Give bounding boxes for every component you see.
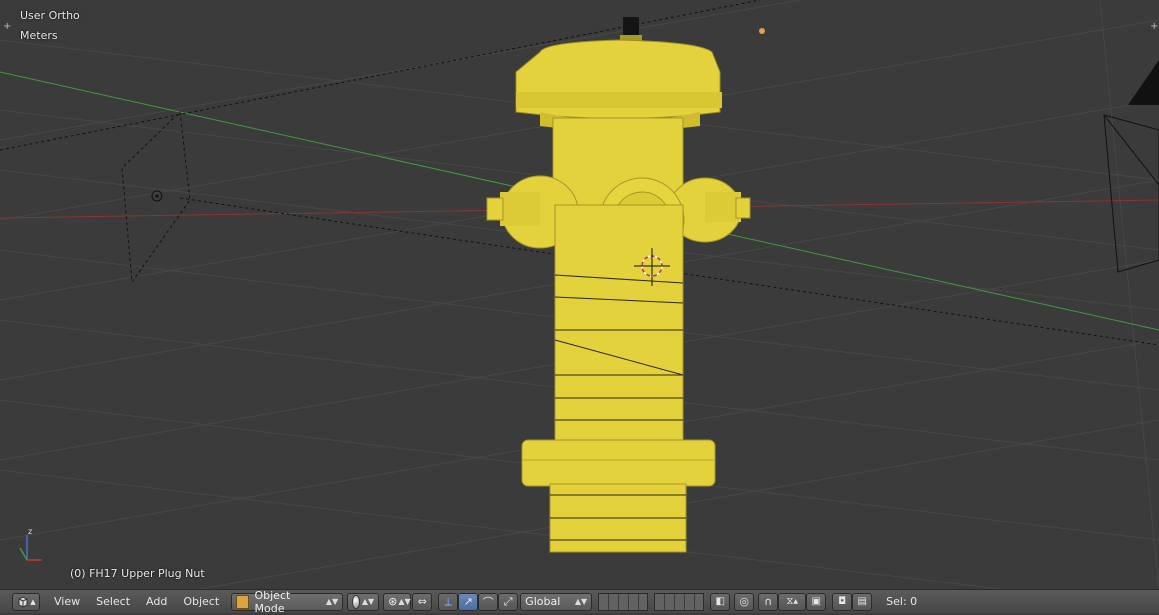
layer-buttons-group-2[interactable] xyxy=(654,592,705,611)
3d-viewport[interactable]: z User Ortho Meters (0) FH17 Upper Plug … xyxy=(0,0,1159,589)
units-label: Meters xyxy=(20,29,58,42)
camera-triangle xyxy=(1128,60,1159,105)
menu-select[interactable]: Select xyxy=(88,593,138,611)
cube-icon xyxy=(18,595,28,608)
camera-object-right[interactable] xyxy=(1103,114,1159,273)
editor-type-button[interactable]: ▲ xyxy=(12,592,40,611)
rotate-arc-icon: ⌒ xyxy=(482,595,494,609)
dropdown-arrows-icon: ▲▼ xyxy=(574,597,588,606)
clapper-icon: ▤ xyxy=(857,596,867,607)
scale-tool-button[interactable]: ⤢ xyxy=(498,592,519,611)
pivot-dropdown[interactable]: ⊛ ▲▼ xyxy=(383,592,412,611)
dropdown-arrows-icon: ▲▼ xyxy=(325,597,339,606)
manipulator-toggle-button[interactable]: ⇔ xyxy=(412,592,433,611)
shading-sphere-icon xyxy=(352,594,360,609)
lock-camera-button[interactable]: ◧ xyxy=(710,592,731,611)
orientation-dropdown[interactable]: Global ▲▼ xyxy=(520,592,593,611)
region-toggle-left-icon[interactable]: + xyxy=(3,21,11,32)
snap-increment-icon: ⧖ xyxy=(786,596,794,607)
snap-target-icon: ▣ xyxy=(811,596,821,607)
shading-dropdown[interactable]: ▲▼ xyxy=(347,592,380,611)
fire-hydrant[interactable] xyxy=(486,17,751,553)
object-mode-icon xyxy=(236,594,250,609)
region-toggle-right-icon[interactable]: + xyxy=(1150,21,1158,32)
selection-count: Sel: 0 xyxy=(886,595,918,608)
translate-manipulator-button[interactable]: ⟂ xyxy=(438,592,459,611)
render-animation-button[interactable]: ▤ xyxy=(852,592,873,611)
view-label: User Ortho xyxy=(20,9,80,22)
axis-arrows-icon: ⟂ xyxy=(444,594,452,608)
layer-icon: ◧ xyxy=(715,596,725,607)
render-still-button[interactable]: ◘ xyxy=(832,592,853,611)
menu-add[interactable]: Add xyxy=(138,593,175,611)
rotate-tool-button[interactable]: ⌒ xyxy=(478,592,499,611)
manipulator-icon: ⇔ xyxy=(417,595,427,608)
scale-icon: ⤢ xyxy=(503,594,513,608)
menu-view[interactable]: View xyxy=(46,593,88,611)
proportional-edit-button[interactable]: ◎ xyxy=(734,592,755,611)
svg-text:z: z xyxy=(28,527,32,536)
layer-buttons-group-1[interactable] xyxy=(598,592,649,611)
viewport-header-toolbar: ▲ View Select Add Object Object Mode ▲▼ … xyxy=(0,589,1159,615)
magnet-icon: ∩ xyxy=(764,595,773,608)
move-tool-button[interactable]: ↗ xyxy=(458,592,479,611)
dropdown-arrows-icon: ▲▼ xyxy=(361,597,375,606)
menu-object[interactable]: Object xyxy=(175,593,227,611)
lamp-dot[interactable] xyxy=(759,28,765,34)
mode-label: Object Mode xyxy=(254,588,291,615)
orientation-label: Global xyxy=(525,595,561,608)
pivot-icon: ⊛ xyxy=(388,595,398,608)
move-arrow-icon: ↗ xyxy=(463,595,473,608)
viewport-canvas[interactable]: z xyxy=(0,0,1159,589)
snap-target-button[interactable]: ▣ xyxy=(806,592,827,611)
mode-dropdown[interactable]: Object Mode ▲▼ xyxy=(231,589,344,615)
proportional-circle-icon: ◎ xyxy=(739,595,749,608)
snap-element-dropdown[interactable]: ⧖ ▲ xyxy=(778,592,807,611)
snap-toggle-button[interactable]: ∩ xyxy=(758,592,779,611)
active-object-label: (0) FH17 Upper Plug Nut xyxy=(70,567,205,580)
dropdown-arrows-icon: ▲▼ xyxy=(398,597,411,606)
camera-render-icon: ◘ xyxy=(838,596,847,607)
axis-gizmo: z xyxy=(19,527,42,561)
